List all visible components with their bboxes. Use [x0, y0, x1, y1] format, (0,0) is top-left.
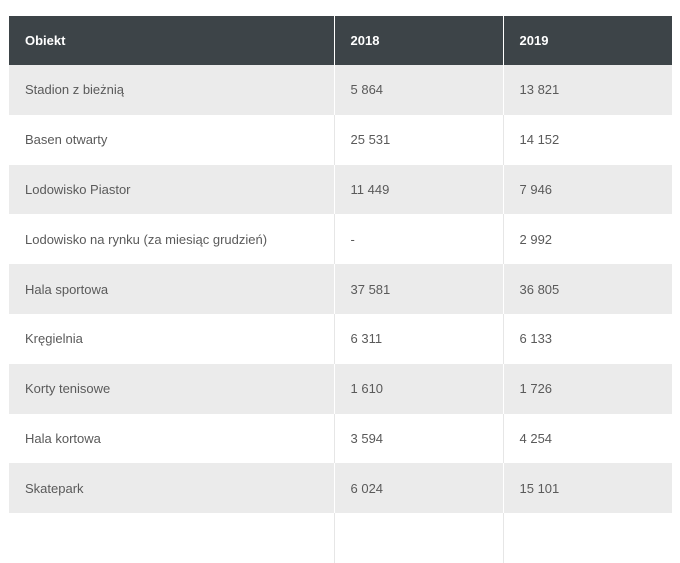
header-2018: 2018 [334, 16, 504, 65]
cell-2019 [503, 513, 672, 563]
table-row: Kręgielnia 6 311 6 133 [9, 313, 672, 364]
cell-obiekt: Kręgielnia [9, 313, 335, 364]
cell-2019: 7 946 [503, 164, 672, 215]
cell-2019: 15 101 [503, 463, 672, 514]
cell-2019: 6 133 [503, 313, 672, 364]
cell-obiekt: Hala sportowa [9, 264, 335, 314]
table-body: Stadion z bieżnią 5 864 13 821 Basen otw… [9, 65, 672, 563]
table-row: Stadion z bieżnią 5 864 13 821 [9, 65, 672, 115]
cell-2018: 5 864 [334, 65, 504, 115]
cell-2019: 4 254 [503, 413, 672, 464]
cell-2018: 1 610 [334, 363, 504, 414]
table-container: Obiekt 2018 2019 Stadion z bieżnią 5 864… [9, 16, 672, 563]
table-row: Hala sportowa 37 581 36 805 [9, 264, 672, 314]
cell-2018: 37 581 [334, 264, 504, 314]
cell-obiekt: Stadion z bieżnią [9, 65, 335, 115]
table-row: Skatepark 6 024 15 101 [9, 463, 672, 514]
header-2019: 2019 [503, 16, 672, 65]
cell-obiekt: Skatepark [9, 463, 335, 514]
cell-obiekt [9, 513, 335, 563]
table-row: Basen otwarty 25 531 14 152 [9, 114, 672, 165]
cell-obiekt: Lodowisko Piastor [9, 164, 335, 215]
cell-obiekt: Basen otwarty [9, 114, 335, 165]
cell-2019: 13 821 [503, 65, 672, 115]
cell-2018: 6 024 [334, 463, 504, 514]
cell-obiekt: Lodowisko na rynku (za miesiąc grudzień) [9, 214, 335, 265]
table-header: Obiekt 2018 2019 [9, 16, 672, 65]
cell-obiekt: Hala kortowa [9, 413, 335, 464]
cell-2018: 6 311 [334, 313, 504, 364]
header-row: Obiekt 2018 2019 [9, 16, 672, 65]
cell-2018 [334, 513, 504, 563]
header-obiekt: Obiekt [9, 16, 335, 65]
table-row: Lodowisko Piastor 11 449 7 946 [9, 164, 672, 215]
cell-2019: 2 992 [503, 214, 672, 265]
table-row [9, 513, 672, 563]
cell-obiekt: Korty tenisowe [9, 363, 335, 414]
cell-2018: 25 531 [334, 114, 504, 165]
cell-2019: 1 726 [503, 363, 672, 414]
cell-2018: 3 594 [334, 413, 504, 464]
cell-2018: - [334, 214, 504, 265]
cell-2018: 11 449 [334, 164, 504, 215]
table-row: Korty tenisowe 1 610 1 726 [9, 363, 672, 414]
cell-2019: 36 805 [503, 264, 672, 314]
cell-2019: 14 152 [503, 114, 672, 165]
table-row: Hala kortowa 3 594 4 254 [9, 413, 672, 464]
table-row: Lodowisko na rynku (za miesiąc grudzień)… [9, 214, 672, 265]
data-table: Obiekt 2018 2019 Stadion z bieżnią 5 864… [9, 16, 672, 563]
